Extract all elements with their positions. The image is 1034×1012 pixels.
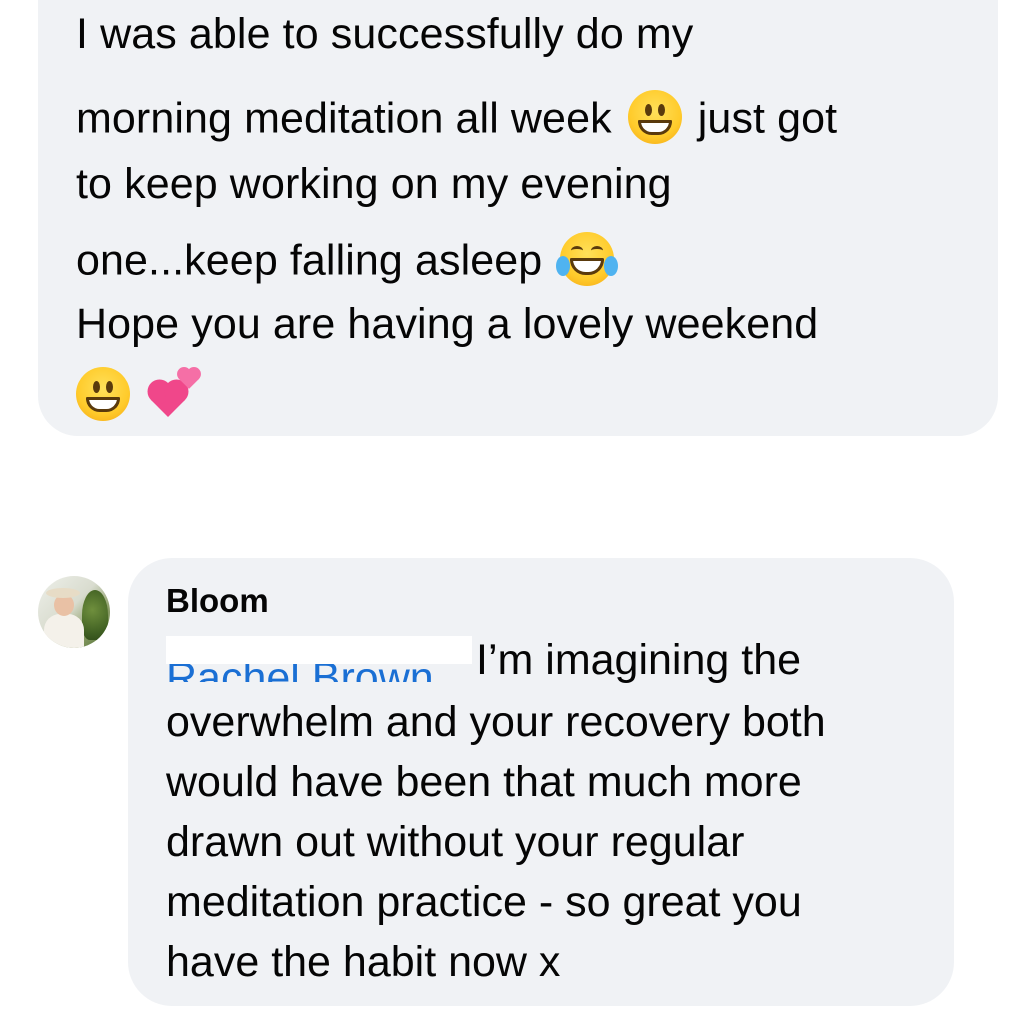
reply-line: drawn out without your regular <box>166 818 745 866</box>
comment-thread: I was able to successfully do my morning… <box>0 0 1034 1012</box>
reply-line: would have been that much more <box>166 758 802 806</box>
comment-line <box>76 367 206 426</box>
redaction-cover <box>166 636 472 664</box>
reply-line-part: I’m imagining the <box>476 636 802 684</box>
comment-line: I was able to successfully do my <box>76 10 694 58</box>
author-name[interactable]: Bloom <box>166 582 269 620</box>
grinning-face-icon <box>76 367 130 421</box>
grinning-face-icon <box>627 90 682 144</box>
avatar[interactable] <box>38 576 110 648</box>
reply-line: meditation practice - so great you <box>166 878 802 926</box>
reply-line: have the habit now x <box>166 938 561 986</box>
two-hearts-icon <box>148 364 206 420</box>
comment-line-part: one...keep falling asleep <box>76 236 543 285</box>
reply-line: overwhelm and your recovery both <box>166 698 826 746</box>
tears-of-joy-face-icon <box>556 232 619 286</box>
comment-line: Hope you are having a lovely weekend <box>76 300 819 348</box>
mention-link[interactable]: Rachel Brown <box>166 636 476 682</box>
comment-line: to keep working on my evening <box>76 160 672 208</box>
comment-line-part: morning meditation all week <box>76 94 612 143</box>
reply-line: Rachel Brown I’m imagining the <box>166 636 801 685</box>
comment-line: morning meditation all week just got <box>76 90 838 148</box>
comment-line-part: just got <box>697 94 838 143</box>
comment-line: one...keep falling asleep <box>76 232 620 290</box>
